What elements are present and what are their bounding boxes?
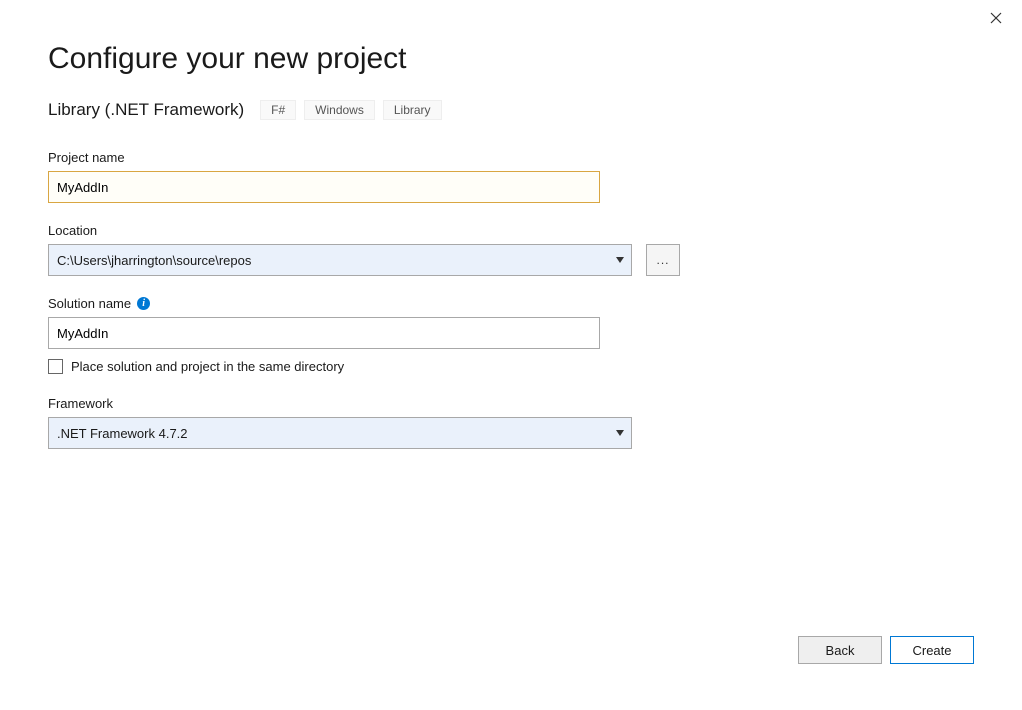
chevron-down-icon [615,430,631,436]
location-value: C:\Users\jharrington\source\repos [49,253,615,268]
location-label: Location [48,223,974,238]
template-header: Library (.NET Framework) F# Windows Libr… [48,100,974,120]
template-tag: Library [383,100,442,120]
template-tags: F# Windows Library [260,100,441,120]
framework-label: Framework [48,396,974,411]
template-tag: F# [260,100,296,120]
template-tag: Windows [304,100,375,120]
same-directory-checkbox[interactable] [48,359,63,374]
solution-name-label: Solution name [48,296,131,311]
browse-button[interactable]: ... [646,244,680,276]
solution-name-input[interactable] [48,317,600,349]
framework-value: .NET Framework 4.7.2 [49,426,615,441]
location-combo[interactable]: C:\Users\jharrington\source\repos [48,244,632,276]
close-icon [990,12,1002,24]
framework-combo[interactable]: .NET Framework 4.7.2 [48,417,632,449]
close-button[interactable] [986,8,1006,28]
project-name-input[interactable] [48,171,600,203]
template-name: Library (.NET Framework) [48,100,244,120]
page-title: Configure your new project [48,42,974,76]
chevron-down-icon [615,257,631,263]
back-button[interactable]: Back [798,636,882,664]
same-directory-label: Place solution and project in the same d… [71,359,344,374]
ellipsis-icon: ... [656,253,669,267]
info-icon[interactable]: i [137,297,150,310]
create-button[interactable]: Create [890,636,974,664]
project-name-label: Project name [48,150,974,165]
